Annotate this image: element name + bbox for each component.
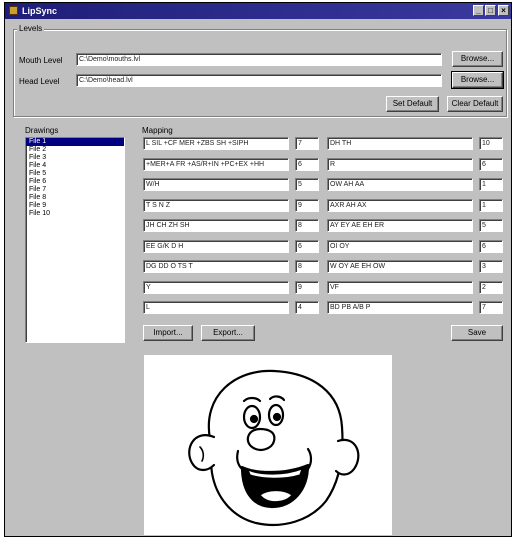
mapping-drawing-number-field[interactable]: 2 xyxy=(479,281,503,294)
close-icon[interactable]: × xyxy=(498,5,509,16)
mapping-drawing-number-field[interactable]: 7 xyxy=(295,137,319,150)
preview-canvas xyxy=(144,355,392,535)
mapping-drawing-number-field[interactable]: 6 xyxy=(479,240,503,253)
mapping-phonemes-field[interactable]: T S N Z xyxy=(143,199,289,212)
clear-default-button[interactable]: Clear Default xyxy=(447,96,503,112)
mapping-phonemes-field[interactable]: R xyxy=(327,158,473,171)
mapping-drawing-number-field[interactable]: 8 xyxy=(295,219,319,232)
head-level-label: Head Level xyxy=(19,77,60,86)
mapping-phonemes-field[interactable]: AXR AH AX xyxy=(327,199,473,212)
mapping-drawing-number-field[interactable]: 8 xyxy=(295,260,319,273)
drawings-list[interactable]: File 1 File 2 File 3 File 4 File 5 File 6 File… xyxy=(25,137,125,343)
drawings-list-item[interactable]: File 1 xyxy=(26,138,124,146)
mouth-level-input[interactable]: C:\Demo\mouths.lvl xyxy=(76,53,442,66)
mapping-phonemes-field[interactable]: DG DD O TS T xyxy=(143,260,289,273)
minimize-icon[interactable]: _ xyxy=(473,5,484,16)
mapping-drawing-number-field[interactable]: 1 xyxy=(479,178,503,191)
mapping-drawing-number-field[interactable]: 9 xyxy=(295,199,319,212)
save-button[interactable]: Save xyxy=(451,325,503,341)
mouth-level-label: Mouth Level xyxy=(19,56,63,65)
mapping-drawing-number-field[interactable]: 5 xyxy=(479,219,503,232)
mapping-drawing-number-field[interactable]: 5 xyxy=(295,178,319,191)
mapping-drawing-number-field[interactable]: 3 xyxy=(479,260,503,273)
levels-group-label: Levels xyxy=(17,24,45,33)
mapping-phonemes-field[interactable]: AY EY AE EH ER xyxy=(327,219,473,232)
mapping-phonemes-field[interactable]: +MER+A FR +AS/R+IN +PC+EX +HH xyxy=(143,158,289,171)
drawings-list-item[interactable]: File 10 xyxy=(26,210,124,218)
maximize-icon[interactable]: □ xyxy=(485,5,496,16)
drawings-list-item[interactable]: File 4 xyxy=(26,162,124,170)
mapping-drawing-number-field[interactable]: 6 xyxy=(295,158,319,171)
mapping-phonemes-field[interactable]: OI OY xyxy=(327,240,473,253)
drawings-list-item[interactable]: File 9 xyxy=(26,202,124,210)
drawings-list-item[interactable]: File 6 xyxy=(26,178,124,186)
lipsync-window: LipSync _ □ × Levels Mouth Level C:\Demo… xyxy=(4,2,512,537)
mapping-drawing-number-field[interactable]: 6 xyxy=(479,158,503,171)
mapping-label: Mapping xyxy=(142,126,173,135)
drawings-label: Drawings xyxy=(25,126,59,135)
import-button[interactable]: Import... xyxy=(143,325,193,341)
mapping-phonemes-field[interactable]: JH CH ZH SH xyxy=(143,219,289,232)
mapping-drawing-number-field[interactable]: 1 xyxy=(479,199,503,212)
mapping-drawing-number-field[interactable]: 4 xyxy=(295,301,319,314)
mapping-phonemes-field[interactable]: W/H xyxy=(143,178,289,191)
drawings-list-item[interactable]: File 8 xyxy=(26,194,124,202)
set-default-button[interactable]: Set Default xyxy=(386,96,439,112)
mapping-phonemes-field[interactable]: Y xyxy=(143,281,289,294)
export-button[interactable]: Export... xyxy=(201,325,255,341)
mapping-phonemes-field[interactable]: L xyxy=(143,301,289,314)
window-title: LipSync xyxy=(22,6,58,16)
drawings-list-item[interactable]: File 7 xyxy=(26,186,124,194)
mapping-phonemes-field[interactable]: OW AH AA xyxy=(327,178,473,191)
head-browse-button[interactable]: Browse... xyxy=(451,71,504,89)
app-icon xyxy=(9,6,18,15)
mapping-drawing-number-field[interactable]: 7 xyxy=(479,301,503,314)
mapping-phonemes-field[interactable]: BD PB A/B P xyxy=(327,301,473,314)
mapping-drawing-number-field[interactable]: 9 xyxy=(295,281,319,294)
drawings-list-item[interactable]: File 2 xyxy=(26,146,124,154)
title-bar[interactable]: LipSync _ □ × xyxy=(5,3,511,19)
cartoon-face-image xyxy=(188,369,360,527)
head-level-input[interactable]: C:\Demo\head.lvl xyxy=(76,74,442,87)
drawings-list-item[interactable]: File 3 xyxy=(26,154,124,162)
mapping-phonemes-field[interactable]: L SIL +CF MER +ZBS SH +SIPH xyxy=(143,137,289,150)
mapping-phonemes-field[interactable]: W OY AE EH OW xyxy=(327,260,473,273)
mapping-phonemes-field[interactable]: DH TH xyxy=(327,137,473,150)
mapping-phonemes-field[interactable]: VF xyxy=(327,281,473,294)
mapping-drawing-number-field[interactable]: 6 xyxy=(295,240,319,253)
mouth-browse-button[interactable]: Browse... xyxy=(452,51,503,67)
mapping-phonemes-field[interactable]: EE G/K D H xyxy=(143,240,289,253)
mapping-drawing-number-field[interactable]: 10 xyxy=(479,137,503,150)
drawings-list-item[interactable]: File 5 xyxy=(26,170,124,178)
